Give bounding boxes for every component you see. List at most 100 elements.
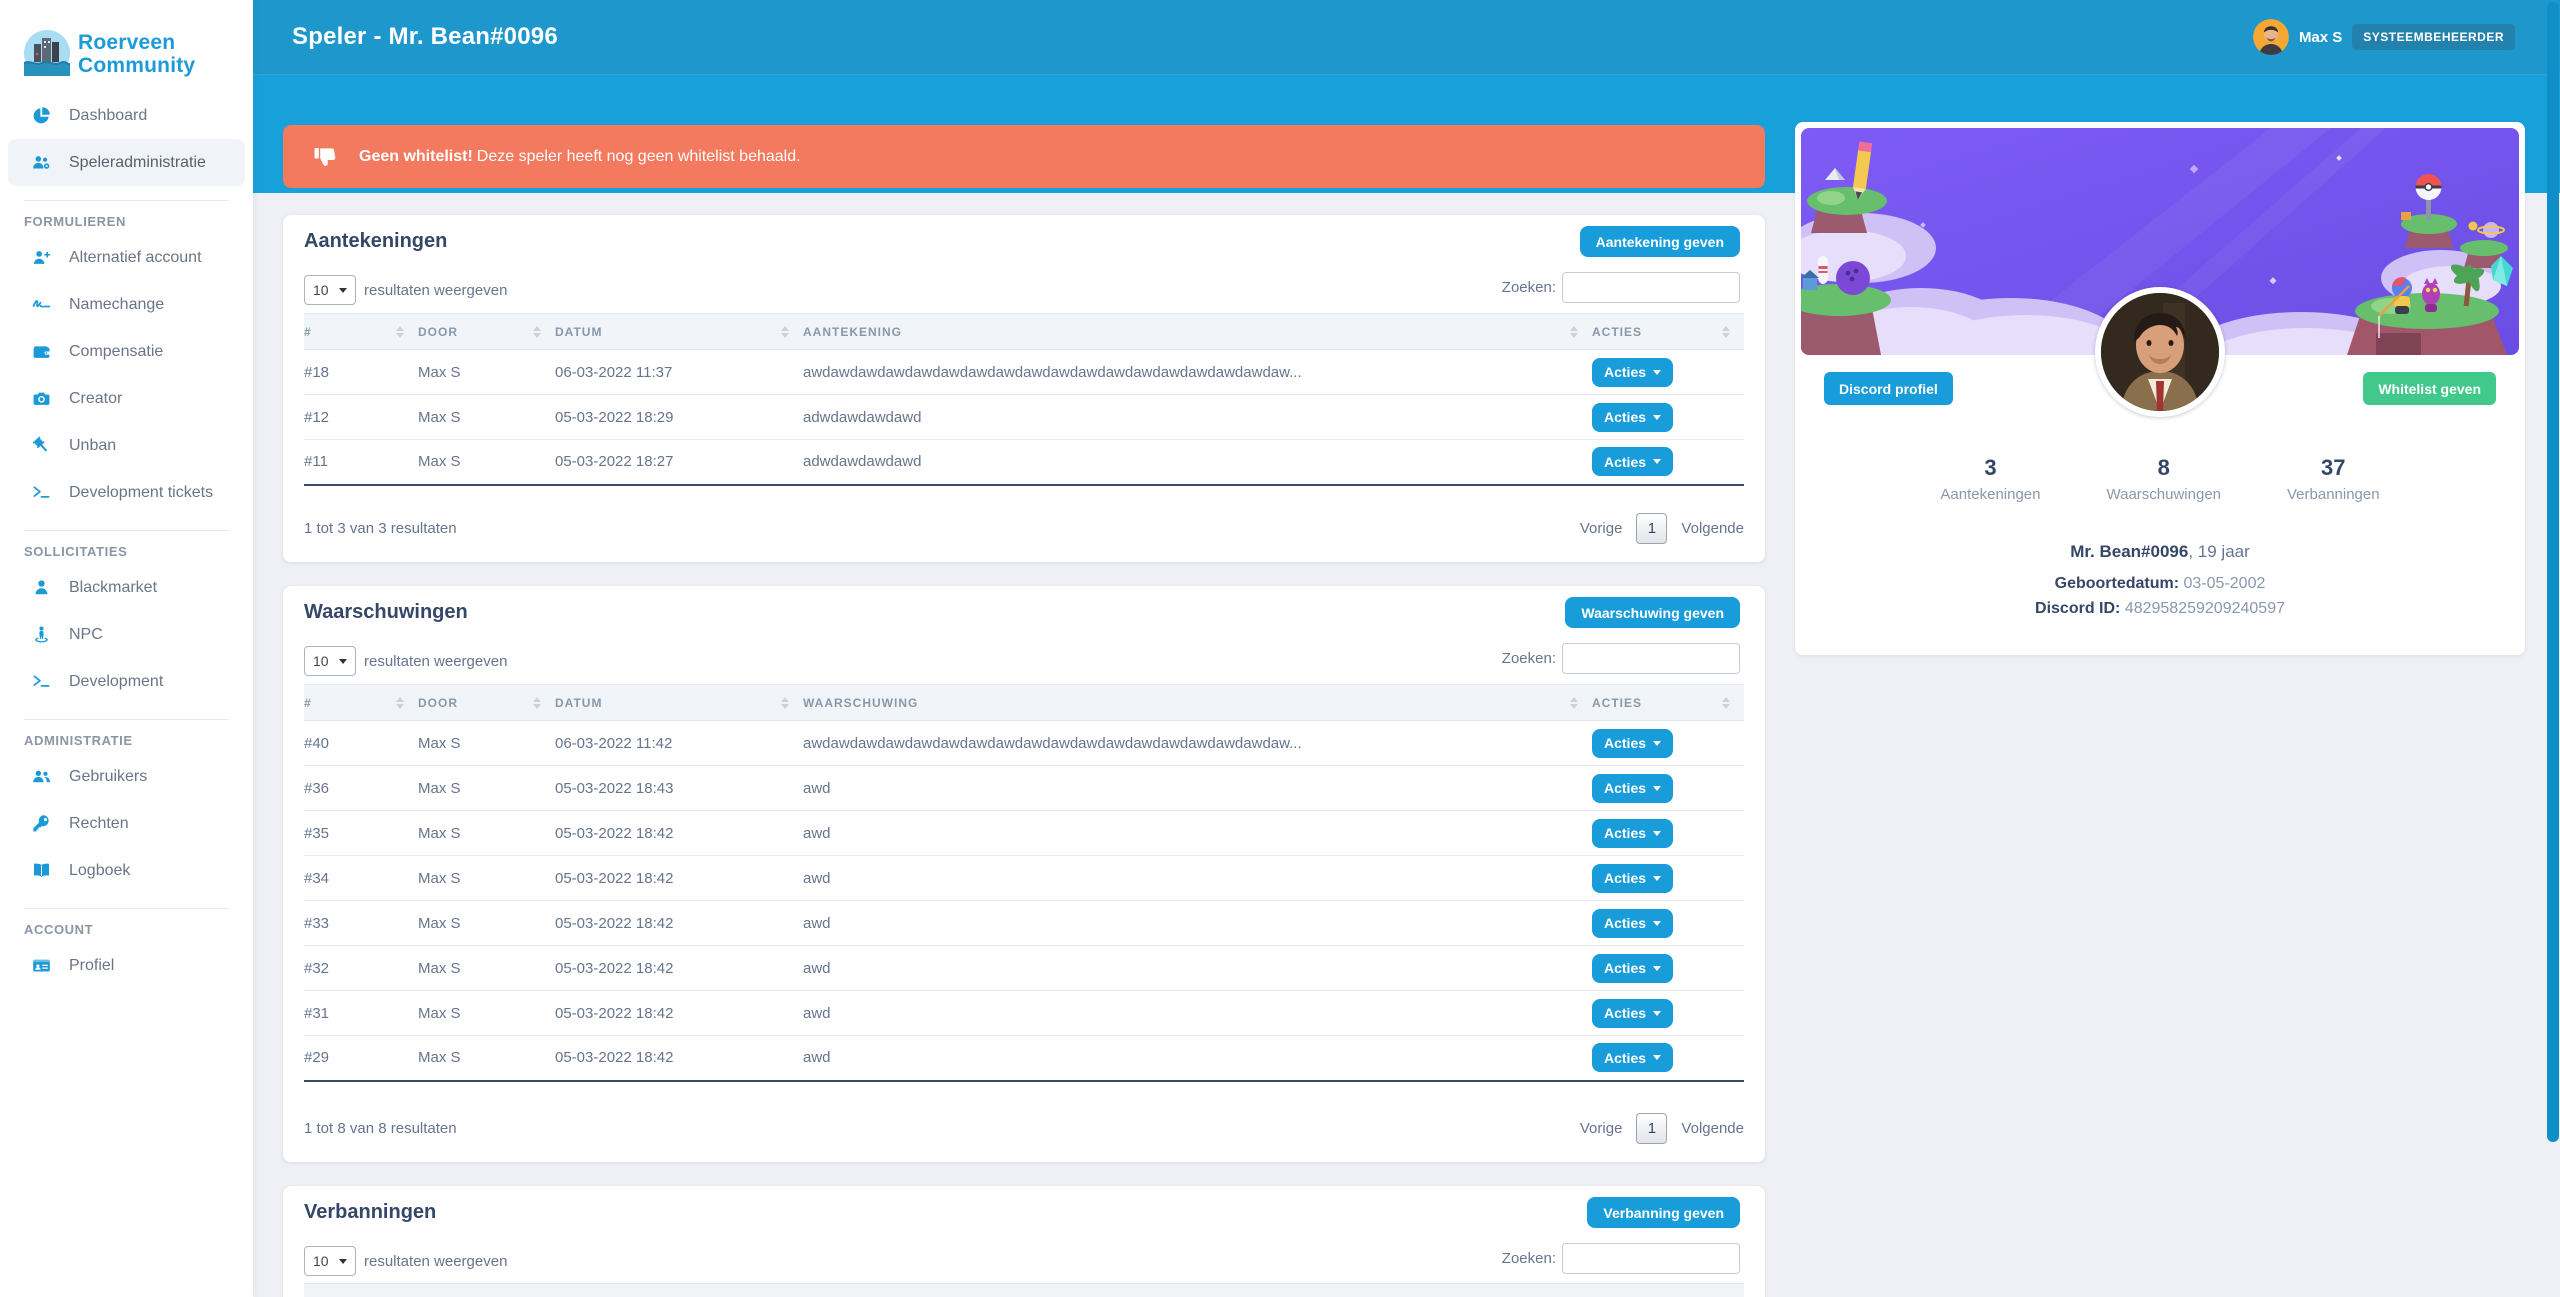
sidebar-item-unban[interactable]: Unban [8,422,245,469]
acties-button[interactable]: Acties [1592,864,1673,893]
acties-button[interactable]: Acties [1592,909,1673,938]
logo[interactable]: Roerveen Community [0,0,253,92]
column-header[interactable]: ACTIES [1592,685,1744,721]
scrollbar-thumb[interactable] [2547,2,2559,1142]
page-length-select[interactable]: 10 [304,1246,356,1276]
page-number-button[interactable]: 1 [1636,1113,1667,1144]
column-header[interactable]: # [304,685,418,721]
search-input[interactable] [1562,272,1740,303]
verbanning-geven-button[interactable]: Verbanning geven [1587,1197,1740,1228]
column-header[interactable]: WAARSCHUWING [803,685,1592,721]
table-row: #36 Max S 05-03-2022 18:43 awd Acties [304,766,1744,811]
sidebar-item-blackmarket[interactable]: Blackmarket [8,564,245,611]
search-input[interactable] [1562,643,1740,674]
sort-icon [781,697,789,709]
acties-button[interactable]: Acties [1592,954,1673,983]
acties-button[interactable]: Acties [1592,358,1673,387]
sidebar-item-label: Rechten [69,815,129,833]
page-length-select[interactable]: 10 [304,646,356,676]
sort-icon [396,326,404,338]
sidebar-item-gebruikers[interactable]: Gebruikers [8,753,245,800]
sidebar-item-namechange[interactable]: Namechange [8,281,245,328]
column-header[interactable]: DOOR [418,314,555,350]
acties-button[interactable]: Acties [1592,774,1673,803]
row-text: awdawdawdawdawdawdawdawdawdawdawdawdawda… [803,350,1592,395]
next-page-button[interactable]: Volgende [1681,520,1744,537]
search-label: Zoeken: [1502,279,1556,296]
user-menu[interactable]: Max S SYSTEEMBEHEERDER [2253,19,2515,55]
table-row: #35 Max S 05-03-2022 18:42 awd Acties [304,811,1744,856]
page-length-select[interactable]: 10 [304,275,356,305]
previous-page-button[interactable]: Vorige [1580,1120,1623,1137]
sidebar-item-profiel[interactable]: Profiel [8,942,245,989]
card-title: Aantekeningen [304,230,447,253]
card-aantekeningen: Aantekeningen Aantekening geven 10 resul… [283,215,1765,562]
sidebar-item-creator[interactable]: Creator [8,375,245,422]
aantekeningen-table: # DOOR DATUM AANTEKENING ACTIES #18 Max … [304,313,1744,486]
previous-page-button[interactable]: Vorige [1580,520,1623,537]
row-door: Max S [418,440,555,485]
sidebar-item-alternatief-account[interactable]: Alternatief account [8,234,245,281]
chevron-down-icon [1653,831,1661,836]
sidebar-item-speleradministratie[interactable]: Speleradministratie [8,139,245,186]
row-text: awdawdawdawdawdawdawdawdawdawdawdawdawda… [803,721,1592,766]
sidebar-item-dashboard[interactable]: Dashboard [8,92,245,139]
player-age: , 19 jaar [2188,542,2249,561]
whitelist-geven-button[interactable]: Whitelist geven [2363,372,2496,405]
column-header[interactable]: AANTEKENING [803,314,1592,350]
chevron-down-icon [1653,1011,1661,1016]
sidebar-section-account: ACCOUNT [24,922,229,937]
sidebar-item-npc[interactable]: NPC [8,611,245,658]
acties-button[interactable]: Acties [1592,403,1673,432]
discord-profile-button[interactable]: Discord profiel [1824,372,1953,405]
page-number-button[interactable]: 1 [1636,513,1667,544]
row-id: #35 [304,811,418,856]
divider [24,530,229,531]
column-header[interactable]: DATUM [555,314,803,350]
sidebar-item-logboek[interactable]: Logboek [8,847,245,894]
user-name: Max S [2299,29,2342,46]
sidebar-item-compensatie[interactable]: Compensatie [8,328,245,375]
row-text: awd [803,946,1592,991]
pagination: Vorige 1 Volgende [1580,1113,1744,1144]
stat-value: 8 [2107,455,2222,481]
sidebar-item-development[interactable]: Development [8,658,245,705]
logo-icon [24,30,70,81]
column-header[interactable]: DATUM [555,685,803,721]
sidebar-item-rechten[interactable]: Rechten [8,800,245,847]
users-gear-icon [32,153,51,172]
acties-button[interactable]: Acties [1592,447,1673,476]
acties-button[interactable]: Acties [1592,1043,1673,1072]
column-header[interactable]: DOOR [418,685,555,721]
waarschuwing-geven-button[interactable]: Waarschuwing geven [1565,597,1740,628]
column-header[interactable]: # [304,314,418,350]
row-datum: 05-03-2022 18:42 [555,946,803,991]
page-title: Speler - Mr. Bean#0096 [292,23,558,51]
player-discord-id: Discord ID: 482958259209240597 [1795,600,2525,618]
search-input[interactable] [1562,1243,1740,1274]
next-page-button[interactable]: Volgende [1681,1120,1744,1137]
acties-button[interactable]: Acties [1592,999,1673,1028]
column-header[interactable]: ACTIES [1592,314,1744,350]
sidebar-item-development-tickets[interactable]: Development tickets [8,469,245,516]
row-text: awd [803,766,1592,811]
sidebar-section-formulieren: FORMULIEREN [24,214,229,229]
avatar [2253,19,2289,55]
acties-button[interactable]: Acties [1592,729,1673,758]
thumbs-down-icon [313,145,337,169]
acties-button[interactable]: Acties [1592,819,1673,848]
table-row: #40 Max S 06-03-2022 11:42 awdawdawdawda… [304,721,1744,766]
row-door: Max S [418,721,555,766]
row-id: #11 [304,440,418,485]
stat-value: 3 [1940,455,2040,481]
key-icon [32,814,51,833]
sidebar-item-label: Profiel [69,957,114,975]
search-label: Zoeken: [1502,1250,1556,1267]
search-control: Zoeken: [1502,643,1740,674]
aantekening-geven-button[interactable]: Aantekening geven [1580,226,1740,257]
sidebar-item-label: NPC [69,626,103,644]
row-door: Max S [418,811,555,856]
row-text: awd [803,901,1592,946]
row-text: awd [803,856,1592,901]
player-name-line: Mr. Bean#0096, 19 jaar [1795,542,2525,562]
